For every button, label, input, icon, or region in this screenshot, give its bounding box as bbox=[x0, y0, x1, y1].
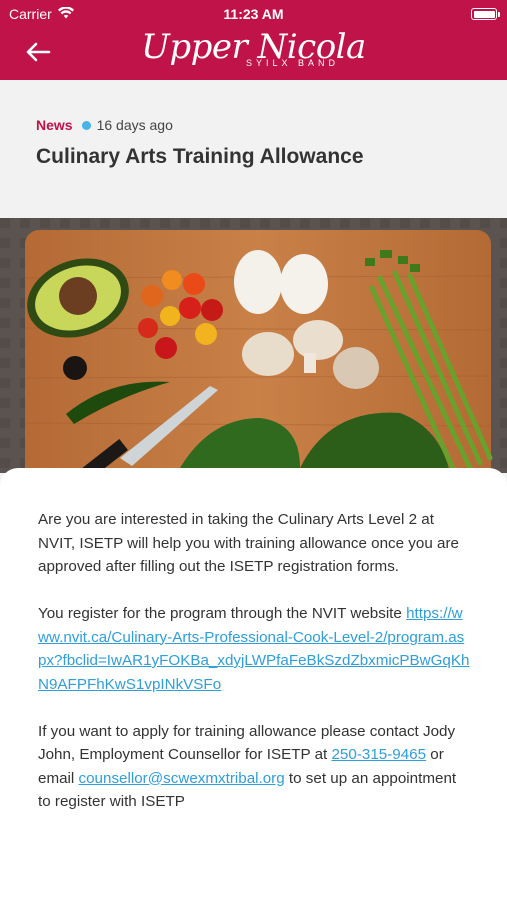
band-logo: Upper Nicola SYILX BAND bbox=[0, 28, 507, 68]
cutting-board-vegetables-photo bbox=[0, 218, 507, 473]
article-body: Are you are interested in taking the Cul… bbox=[0, 468, 507, 900]
register-text: You register for the program through the… bbox=[38, 605, 407, 622]
dot-separator-icon bbox=[81, 120, 91, 130]
article-header: News 16 days ago Culinary Arts Training … bbox=[0, 80, 507, 218]
paragraph-intro: Are you are interested in taking the Cul… bbox=[38, 511, 459, 575]
phone-link[interactable]: 250-315-9465 bbox=[331, 746, 426, 763]
battery-icon bbox=[471, 8, 500, 20]
status-time: 11:23 AM bbox=[223, 6, 284, 22]
category-label[interactable]: News bbox=[36, 117, 73, 133]
article-meta: News 16 days ago bbox=[36, 117, 471, 133]
carrier-label: Carrier bbox=[9, 6, 52, 22]
nav-bar: Upper Nicola SYILX BAND bbox=[0, 28, 507, 80]
status-left: Carrier bbox=[9, 6, 74, 22]
wifi-icon bbox=[57, 6, 74, 22]
hero-image bbox=[0, 218, 507, 473]
paragraph-contact: If you want to apply for training allowa… bbox=[38, 720, 471, 814]
email-link[interactable]: counsellor@scwexmxtribal.org bbox=[79, 770, 285, 787]
paragraph-register: You register for the program through the… bbox=[38, 602, 471, 696]
post-age: 16 days ago bbox=[96, 117, 173, 133]
status-bar: Carrier 11:23 AM bbox=[0, 0, 507, 28]
app-header: Carrier 11:23 AM Upper Nicola SYILX BAND bbox=[0, 0, 507, 80]
article-title: Culinary Arts Training Allowance bbox=[36, 145, 364, 168]
